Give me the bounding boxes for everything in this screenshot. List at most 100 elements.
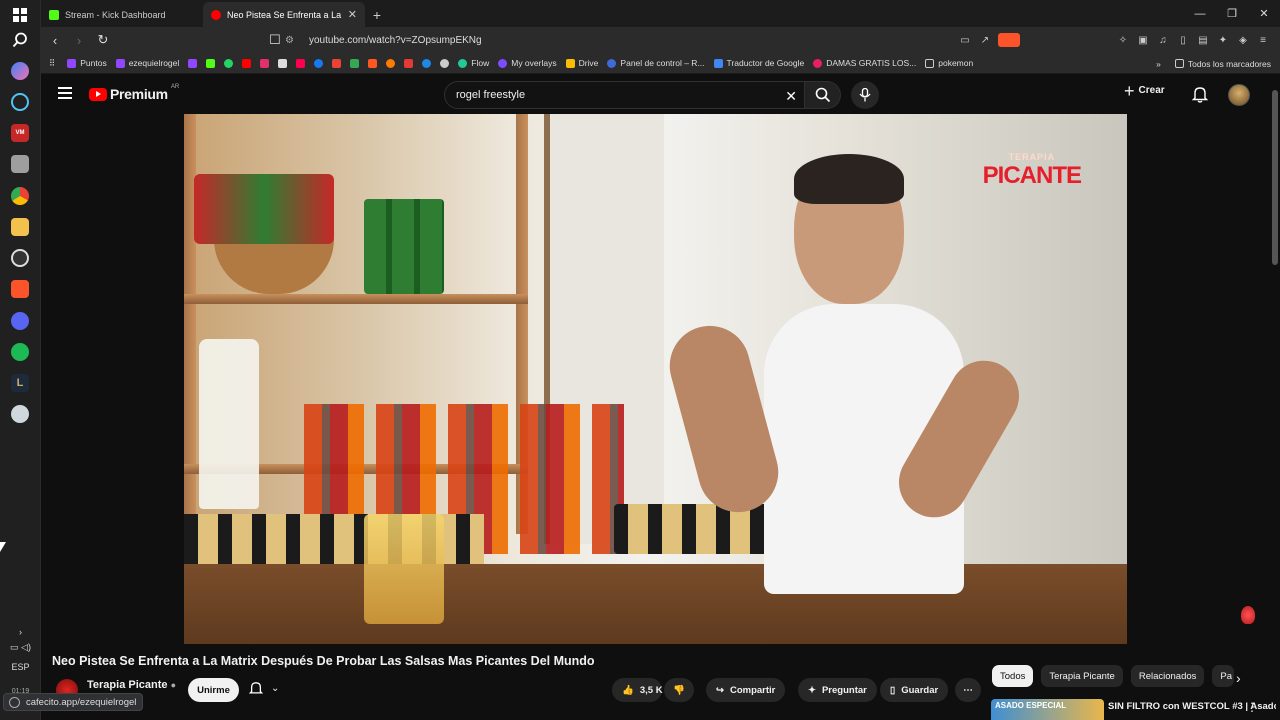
bookmark-item[interactable] [224, 58, 234, 68]
subscription-bell-button[interactable]: ⌄ [249, 681, 279, 696]
share-icon[interactable]: ↗ [978, 33, 992, 47]
more-vertical-icon[interactable]: ⋮ [1246, 700, 1258, 714]
chip-relacionados[interactable]: Relacionados [1130, 665, 1205, 687]
voice-search-button[interactable] [851, 81, 879, 109]
network-volume-icon[interactable]: ▭ ◁) [0, 642, 41, 653]
apps-icon[interactable]: ⠿ [49, 58, 55, 69]
more-bookmarks-icon[interactable]: » [1156, 59, 1161, 69]
forward-button[interactable]: › [69, 30, 89, 50]
windows-start-icon[interactable] [11, 6, 29, 24]
url-field[interactable]: ⚙ youtube.com/watch?v=ZOpsumpEKNg [285, 30, 1005, 50]
bookmark-item[interactable] [422, 58, 432, 68]
cast-icon[interactable]: ▭ [958, 33, 972, 47]
notifications-button[interactable] [1191, 86, 1209, 108]
bookmark-item[interactable] [206, 58, 216, 68]
share-button[interactable]: ↪ Compartir [706, 678, 786, 702]
chip-terapia-picante[interactable]: Terapia Picante [1041, 665, 1123, 687]
bookmark-item[interactable]: Flow [458, 58, 489, 68]
new-tab-button[interactable]: + [365, 2, 389, 27]
clear-search-icon[interactable]: ✕ [785, 88, 797, 105]
menu-icon[interactable]: ≡ [1256, 33, 1270, 47]
sidebar-icon[interactable]: ▯ [1176, 33, 1190, 47]
bookmark-item[interactable] [386, 58, 396, 68]
video-player[interactable]: TERAPIA PICANTE [184, 114, 1127, 644]
related-filter-chips: Todos Terapia Picante Relacionados Pa [992, 665, 1235, 687]
search-icon[interactable] [11, 31, 29, 49]
voicemeeter-icon[interactable]: VM [11, 124, 29, 142]
file-explorer-icon[interactable] [11, 218, 29, 236]
create-button[interactable]: + Crear [1124, 82, 1165, 100]
join-button[interactable]: Unirme [188, 678, 239, 702]
obs-icon[interactable] [11, 249, 29, 267]
bookmark-item[interactable] [188, 58, 198, 68]
copilot-icon[interactable] [11, 62, 29, 80]
minimize-button[interactable]: — [1184, 0, 1216, 27]
close-window-button[interactable]: ✕ [1248, 0, 1280, 27]
channel-branding-icon[interactable] [1241, 606, 1255, 624]
bookmark-item[interactable]: Traductor de Google [713, 58, 804, 68]
spotify-icon[interactable] [11, 343, 29, 361]
bookmark-item[interactable]: Drive [565, 58, 598, 68]
beer-glass [364, 514, 444, 624]
bookmark-item[interactable] [404, 58, 414, 68]
wallet-icon[interactable]: ▤ [1196, 33, 1210, 47]
dislike-button[interactable]: 👎 [664, 678, 694, 702]
back-button[interactable]: ‹ [45, 30, 65, 50]
language-indicator[interactable]: ESP [0, 662, 41, 672]
bookmark-item[interactable] [296, 58, 306, 68]
close-tab-icon[interactable]: ✕ [348, 8, 357, 21]
more-actions-button[interactable]: ⋯ [955, 678, 981, 702]
league-of-legends-icon[interactable]: L [11, 374, 29, 392]
media-icon[interactable]: ♫ [1156, 33, 1170, 47]
soda-cans [364, 199, 444, 294]
chip-todos[interactable]: Todos [992, 665, 1034, 687]
reload-button[interactable]: ↻ [93, 30, 113, 50]
bookmark-item[interactable] [368, 58, 378, 68]
channel-name[interactable]: Terapia Picante ● [87, 679, 176, 691]
bookmark-item[interactable]: Panel de control – R... [607, 58, 705, 68]
site-info-icon[interactable]: ⚙ [285, 35, 299, 46]
bookmark-item[interactable]: DAMAS GRATIS LOS... [813, 58, 916, 68]
chevron-right-icon[interactable]: › [0, 627, 41, 637]
bookmark-item[interactable] [278, 58, 288, 68]
recommended-video[interactable]: ASADO ESPECIAL SIN FILTRO con WESTCOL #3… [991, 699, 1276, 720]
bookmark-item[interactable] [332, 58, 342, 68]
bookmark-page-icon[interactable]: ☐ [265, 30, 285, 50]
recommended-thumbnail[interactable]: ASADO ESPECIAL [991, 699, 1104, 720]
chip-partial[interactable]: Pa [1212, 665, 1235, 687]
save-button[interactable]: ▯ Guardar [880, 678, 949, 702]
screenshot-icon[interactable]: ▣ [1136, 33, 1150, 47]
extensions-icon[interactable]: ✧ [1116, 33, 1130, 47]
bookmark-item[interactable] [242, 58, 252, 68]
ask-button[interactable]: ✦ Preguntar [798, 678, 877, 702]
tab-kick-dashboard[interactable]: Stream - Kick Dashboard [41, 2, 203, 27]
brave-shields-icon[interactable] [998, 33, 1020, 47]
bookmark-item[interactable] [350, 58, 360, 68]
brave-icon[interactable] [11, 280, 29, 298]
bookmark-item[interactable]: ezequielrogel [115, 58, 179, 68]
leo-ai-icon[interactable]: ✦ [1216, 33, 1230, 47]
all-bookmarks[interactable]: Todos los marcadores [1174, 59, 1271, 69]
account-avatar[interactable] [1228, 84, 1250, 106]
discord-icon[interactable] [11, 312, 29, 330]
bookmark-item[interactable]: Puntos [67, 58, 107, 68]
cortana-icon[interactable] [11, 93, 29, 111]
bookmark-item[interactable]: My overlays [498, 58, 557, 68]
bookmark-folder[interactable]: pokemon [925, 58, 973, 68]
search-button[interactable] [805, 81, 841, 109]
menu-icon[interactable] [58, 87, 72, 99]
bookmark-item[interactable] [440, 58, 450, 68]
vpn-icon[interactable]: ◈ [1236, 33, 1250, 47]
chevron-right-icon[interactable]: › [1236, 670, 1241, 686]
app-icon[interactable] [11, 155, 29, 173]
app-icon[interactable] [11, 405, 29, 423]
scrollbar[interactable] [1272, 90, 1278, 265]
bookmark-item[interactable] [314, 58, 324, 68]
youtube-premium-logo[interactable]: Premium AR [89, 84, 179, 102]
like-button[interactable]: 👍 3,5 K [612, 678, 663, 702]
chrome-icon[interactable] [11, 187, 29, 205]
restore-button[interactable]: ❐ [1216, 0, 1248, 27]
tab-youtube-video[interactable]: Neo Pistea Se Enfrenta a La M ✕ [203, 2, 365, 27]
search-input[interactable]: rogel freestyle ✕ [444, 81, 805, 109]
bookmark-item[interactable] [260, 58, 270, 68]
